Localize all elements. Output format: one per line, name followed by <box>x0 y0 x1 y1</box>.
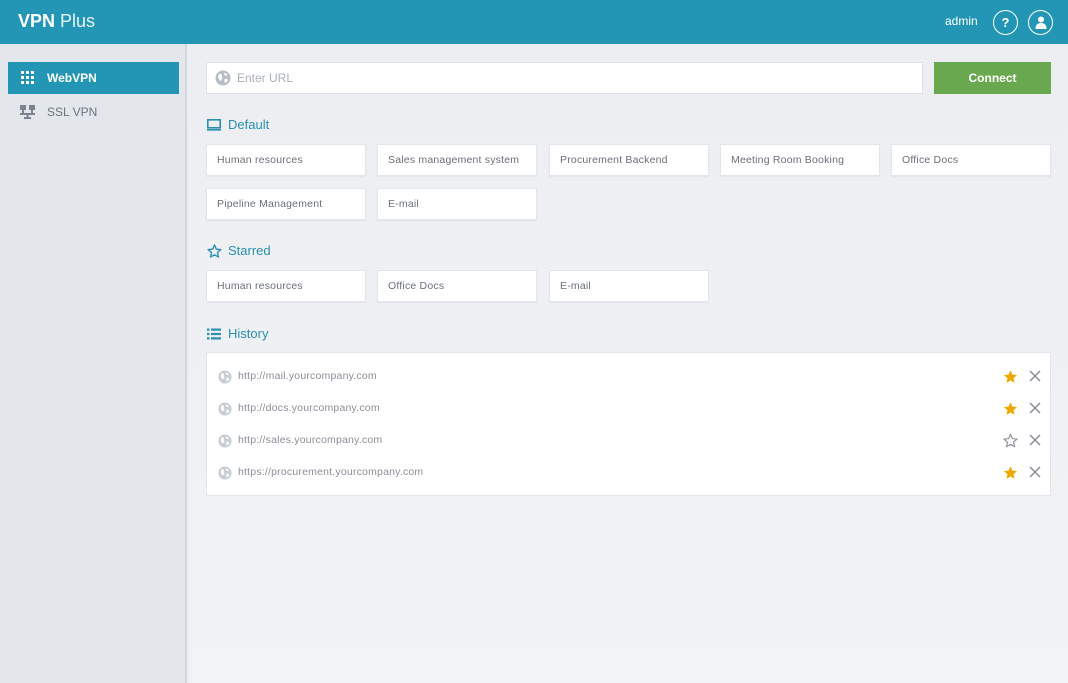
app-tile[interactable]: Human resources <box>206 144 366 176</box>
globe-icon <box>218 402 232 416</box>
history-url[interactable]: http://docs.yourcompany.com <box>238 402 380 414</box>
app-logo: VPN Plus <box>18 11 95 32</box>
app-tile[interactable]: Pipeline Management <box>206 188 366 220</box>
app-tile[interactable]: E-mail <box>549 270 709 302</box>
help-button[interactable]: ? <box>993 10 1018 35</box>
close-icon[interactable] <box>1028 465 1042 479</box>
url-input[interactable] <box>237 71 917 85</box>
app-tile[interactable]: Meeting Room Booking <box>720 144 880 176</box>
section-default: Default <box>206 117 269 132</box>
monitor-icon <box>206 118 222 132</box>
sidebar-item-label: WebVPN <box>47 71 97 85</box>
section-default-title: Default <box>228 117 270 132</box>
close-icon[interactable] <box>1028 433 1042 447</box>
star-filled-icon[interactable] <box>1003 401 1018 416</box>
section-history-title: History <box>228 326 269 341</box>
history-row: http://mail.yourcompany.com <box>207 361 1052 393</box>
user-button[interactable] <box>1028 10 1053 35</box>
history-list: http://mail.yourcompany.com http://docs.… <box>206 352 1051 496</box>
star-outline-icon <box>206 243 222 258</box>
globe-icon <box>218 434 232 448</box>
username-label[interactable]: admin <box>945 14 978 28</box>
globe-icon <box>218 370 232 384</box>
app-tile[interactable]: Office Docs <box>891 144 1051 176</box>
list-icon <box>206 327 222 341</box>
star-outline-icon[interactable] <box>1003 433 1018 448</box>
section-starred: Starred <box>206 243 271 258</box>
history-row: https://procurement.yourcompany.com <box>207 457 1052 489</box>
sidebar: WebVPN SSL VPN <box>0 44 187 683</box>
brand-suffix: Plus <box>60 11 96 31</box>
main-content: Connect Default Human resources Sales ma… <box>189 44 1068 683</box>
history-url[interactable]: https://procurement.yourcompany.com <box>238 466 423 478</box>
section-history: History <box>206 326 268 341</box>
close-icon[interactable] <box>1028 369 1042 383</box>
sidebar-item-label: SSL VPN <box>47 105 98 119</box>
globe-icon <box>215 70 231 86</box>
network-icon <box>20 105 36 119</box>
app-tile[interactable]: Procurement Backend <box>549 144 709 176</box>
close-icon[interactable] <box>1028 401 1042 415</box>
connect-button[interactable]: Connect <box>934 62 1051 94</box>
star-filled-icon[interactable] <box>1003 465 1018 480</box>
history-row: http://sales.yourcompany.com <box>207 425 1052 457</box>
history-url[interactable]: http://sales.yourcompany.com <box>238 434 382 446</box>
help-icon: ? <box>1001 15 1010 30</box>
globe-icon <box>218 466 232 480</box>
sidebar-item-ssl-vpn[interactable]: SSL VPN <box>8 96 179 128</box>
sidebar-item-webvpn[interactable]: WebVPN <box>8 62 179 94</box>
app-tile[interactable]: Office Docs <box>377 270 537 302</box>
app-tile[interactable]: Sales management system <box>377 144 537 176</box>
grid-icon <box>20 71 36 85</box>
section-starred-title: Starred <box>228 243 271 258</box>
url-field[interactable] <box>206 62 923 94</box>
history-url[interactable]: http://mail.yourcompany.com <box>238 370 377 382</box>
star-filled-icon[interactable] <box>1003 369 1018 384</box>
app-tile[interactable]: E-mail <box>377 188 537 220</box>
app-tile[interactable]: Human resources <box>206 270 366 302</box>
user-icon <box>1035 16 1046 29</box>
top-header: VPN Plus admin ? <box>0 0 1068 44</box>
brand-name: VPN <box>18 11 56 31</box>
history-row: http://docs.yourcompany.com <box>207 393 1052 425</box>
